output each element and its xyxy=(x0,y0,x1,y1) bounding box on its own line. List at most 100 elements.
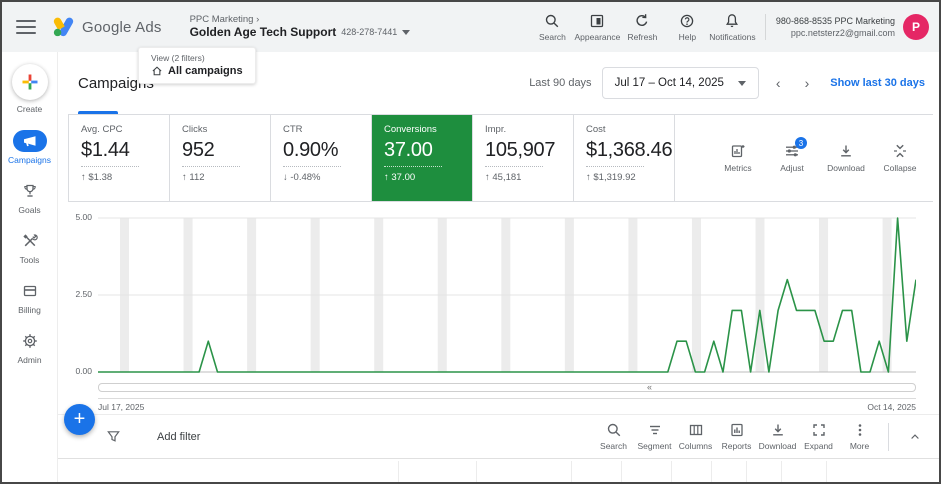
main-content: Campaigns View (2 filters) All campaigns… xyxy=(58,47,939,482)
next-period-button[interactable]: › xyxy=(798,73,817,93)
dotted-divider xyxy=(586,166,644,167)
action-label: Expand xyxy=(804,441,833,451)
megaphone-icon xyxy=(12,130,47,152)
gear-icon xyxy=(13,330,47,352)
breadcrumb-campaign-name: Golden Age Tech Support xyxy=(189,25,337,40)
previous-period-button[interactable]: ‹ xyxy=(769,73,788,93)
metrics-button[interactable]: Metrics xyxy=(715,143,761,173)
table-search-button[interactable]: Search xyxy=(593,422,634,451)
collapse-table-chevron-up[interactable] xyxy=(897,431,933,443)
metric-label: CTR xyxy=(283,124,303,135)
help-icon xyxy=(679,13,695,29)
view-selector[interactable]: View (2 filters) All campaigns xyxy=(138,47,256,84)
table-column-separator xyxy=(398,461,399,482)
help-button[interactable]: Help xyxy=(665,13,710,42)
dotted-divider xyxy=(81,166,139,167)
filter-funnel-icon[interactable] xyxy=(106,429,121,444)
dotted-divider xyxy=(384,166,442,167)
sidebar-item-goals[interactable]: Goals xyxy=(8,180,51,215)
google-ads-logo[interactable]: Google Ads xyxy=(52,17,162,38)
sidebar-item-admin[interactable]: Admin xyxy=(8,330,51,365)
sidebar-item-billing[interactable]: Billing xyxy=(8,280,51,315)
account-name: 980-868-8535 PPC Marketing xyxy=(775,15,895,26)
table-filter-bar: Add filter Search Segment Columns Reports Do… xyxy=(58,414,939,458)
sidebar-item-label: Campaigns xyxy=(8,155,51,165)
metric-delta: ↑ $1.38 xyxy=(81,172,113,183)
action-label: Columns xyxy=(678,441,713,451)
date-range-selector[interactable]: Jul 17 – Oct 14, 2025 xyxy=(601,67,759,99)
sidebar-item-tools[interactable]: Tools xyxy=(8,230,51,265)
floating-create-button[interactable]: + xyxy=(64,404,95,435)
notifications-button[interactable]: Notifications xyxy=(709,13,756,42)
scorecard-impr[interactable]: Impr. 105,907 ↑ 45,181 xyxy=(473,115,574,201)
plus-icon xyxy=(22,74,37,90)
dotted-divider xyxy=(283,166,341,167)
metric-value: 952 xyxy=(182,139,215,161)
appearance-icon xyxy=(589,13,605,29)
scrollbar-handle-icon[interactable]: « xyxy=(647,383,652,392)
metrics-icon xyxy=(730,143,746,159)
table-expand-button[interactable]: Expand xyxy=(798,422,839,451)
metric-value: 105,907 xyxy=(485,139,556,161)
chart-scrollbar[interactable]: « xyxy=(98,383,916,392)
scorecard-avg-cpc[interactable]: Avg. CPC $1.44 ↑ $1.38 xyxy=(69,115,170,201)
show-last-30-days-link[interactable]: Show last 30 days xyxy=(830,77,925,89)
collapse-button[interactable]: Collapse xyxy=(877,143,923,173)
avatar[interactable]: P xyxy=(903,14,929,40)
table-column-separator xyxy=(671,461,672,482)
view-name: All campaigns xyxy=(168,65,243,77)
action-label: Appearance xyxy=(574,31,621,42)
sidebar: Create Campaigns Goals Tools Billing Admin xyxy=(2,52,58,482)
scorecard-cost[interactable]: Cost $1,368.46 ↑ $1,319.92 xyxy=(574,115,675,201)
table-column-separator xyxy=(826,461,827,482)
breadcrumb-account: PPC Marketing xyxy=(189,13,254,25)
action-label: Collapse xyxy=(883,163,917,173)
scorecard-ctr[interactable]: CTR 0.90% ↓ -0.48% xyxy=(271,115,372,201)
table-reports-button[interactable]: Reports xyxy=(716,422,757,451)
reports-icon xyxy=(729,422,745,438)
billing-icon xyxy=(13,280,47,302)
table-download-button[interactable]: Download xyxy=(757,422,798,451)
metric-delta: ↓ -0.48% xyxy=(283,172,321,183)
chevron-down-icon xyxy=(737,80,746,86)
account-breadcrumb[interactable]: PPC Marketing › Golden Age Tech Support … xyxy=(190,14,411,41)
metric-delta: ↑ $1,319.92 xyxy=(586,172,636,183)
y-axis-tick: 2.50 xyxy=(75,289,92,299)
metric-value: $1.44 xyxy=(81,139,130,161)
home-icon xyxy=(152,66,162,76)
table-more-button[interactable]: More xyxy=(839,422,880,451)
divider xyxy=(764,14,766,40)
date-range-value: Jul 17 – Oct 14, 2025 xyxy=(614,77,724,89)
adjust-button[interactable]: 3 Adjust xyxy=(769,137,815,173)
download-button[interactable]: Download xyxy=(823,143,869,173)
search-button[interactable]: Search xyxy=(530,13,575,42)
action-label: Search xyxy=(538,31,566,42)
page-header: Campaigns View (2 filters) All campaigns… xyxy=(58,47,939,114)
conversions-chart-block: 5.00 2.50 0.00 « Jul 17, 2025 Oct 14, 20… xyxy=(58,206,939,414)
table-columns-button[interactable]: Columns xyxy=(675,422,716,451)
table-column-separator xyxy=(571,461,572,482)
topbar-actions: Search Appearance Refresh Help Notifications… xyxy=(530,13,929,42)
metric-label: Avg. CPC xyxy=(81,124,123,135)
metric-label: Impr. xyxy=(485,124,507,135)
refresh-icon xyxy=(634,13,650,29)
expand-icon xyxy=(811,422,827,438)
arrow-up-icon: ↑ xyxy=(81,172,86,183)
action-label: Refresh xyxy=(627,31,658,42)
appearance-button[interactable]: Appearance xyxy=(575,13,620,42)
table-segment-button[interactable]: Segment xyxy=(634,422,675,451)
action-label: Metrics xyxy=(724,163,752,173)
x-axis-end-label: Oct 14, 2025 xyxy=(867,402,916,412)
scorecard-conversions[interactable]: Conversions 37.00 ↑ 37.00 xyxy=(372,115,473,201)
sidebar-item-campaigns[interactable]: Campaigns xyxy=(8,130,51,165)
add-filter-button[interactable]: Add filter xyxy=(157,431,200,443)
metric-delta: ↑ 45,181 xyxy=(485,172,522,183)
trophy-icon xyxy=(13,180,47,202)
menu-icon[interactable] xyxy=(16,20,36,34)
download-icon xyxy=(770,422,786,438)
create-button[interactable] xyxy=(11,64,48,100)
sidebar-item-label: Goals xyxy=(18,205,41,215)
scorecard-clicks[interactable]: Clicks 952 ↑ 112 xyxy=(170,115,271,201)
action-label: Reports xyxy=(721,441,752,451)
refresh-button[interactable]: Refresh xyxy=(620,13,665,42)
